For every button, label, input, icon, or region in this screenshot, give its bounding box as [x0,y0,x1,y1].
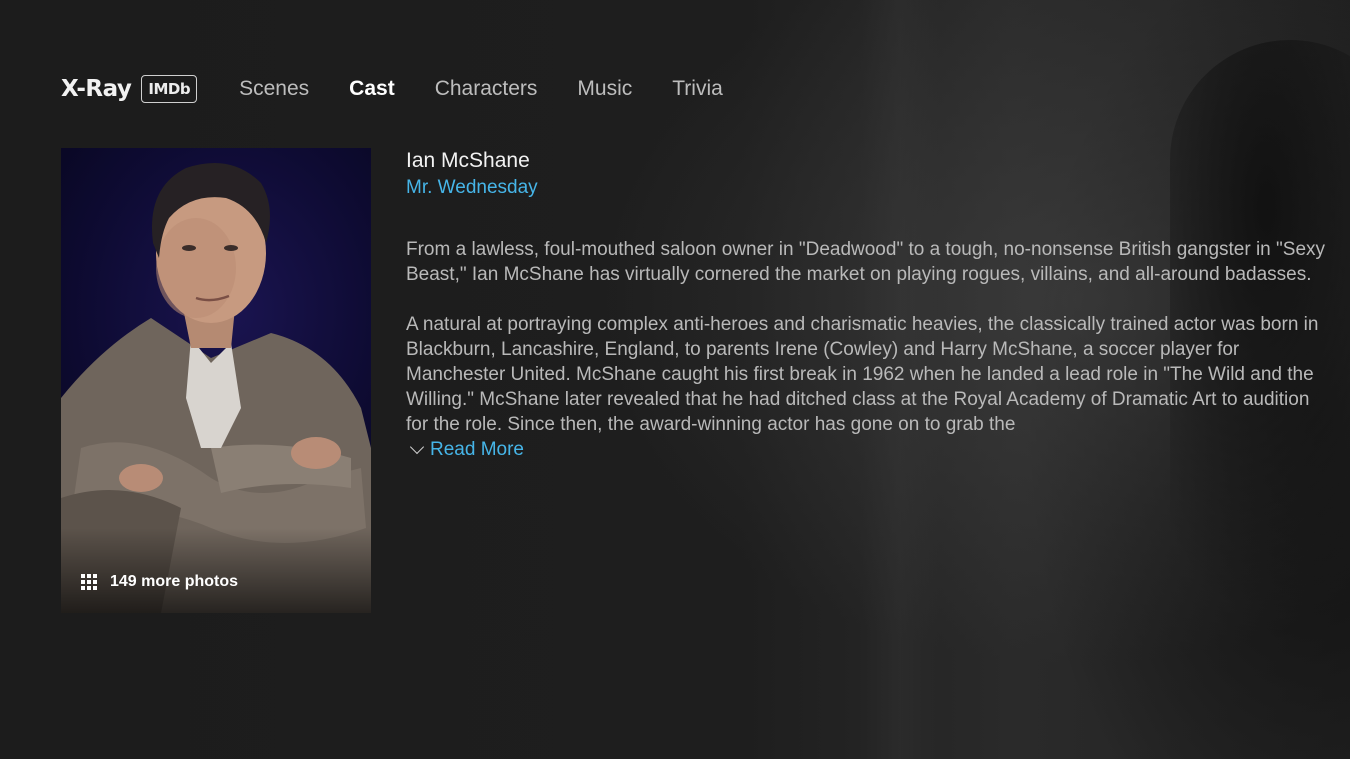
more-photos-label: 149 more photos [110,573,239,590]
tab-characters[interactable]: Characters [435,77,538,101]
read-more-label: Read More [430,439,524,460]
tab-cast[interactable]: Cast [349,77,395,101]
bio-paragraph: A natural at portraying complex anti-her… [406,314,1319,435]
actor-portrait[interactable]: 149 more photos [61,148,371,613]
character-link[interactable]: Mr. Wednesday [406,175,1336,201]
imdb-logo: IMDb [141,75,198,103]
more-photos-button[interactable]: 149 more photos [81,573,238,591]
tab-scenes[interactable]: Scenes [239,77,309,101]
tab-music[interactable]: Music [577,77,632,101]
chevron-down-icon [409,439,425,455]
actor-bio: From a lawless, foul-mouthed saloon owne… [406,237,1336,437]
xray-brand-title: X-Ray [61,76,132,102]
actor-portrait-image [61,163,371,613]
grid-icon [81,573,98,591]
actor-detail-panel: Ian McShane Mr. Wednesday From a lawless… [406,148,1336,461]
read-more-button[interactable]: Read More [409,439,524,461]
tab-trivia[interactable]: Trivia [672,77,723,101]
xray-screen: X-Ray IMDb Scenes Cast Characters Music … [0,0,1350,759]
bio-paragraph: From a lawless, foul-mouthed saloon owne… [406,239,1326,285]
xray-nav-bar: X-Ray IMDb Scenes Cast Characters Music … [61,72,763,106]
xray-tabs: Scenes Cast Characters Music Trivia [239,77,763,101]
actor-name: Ian McShane [406,149,530,172]
